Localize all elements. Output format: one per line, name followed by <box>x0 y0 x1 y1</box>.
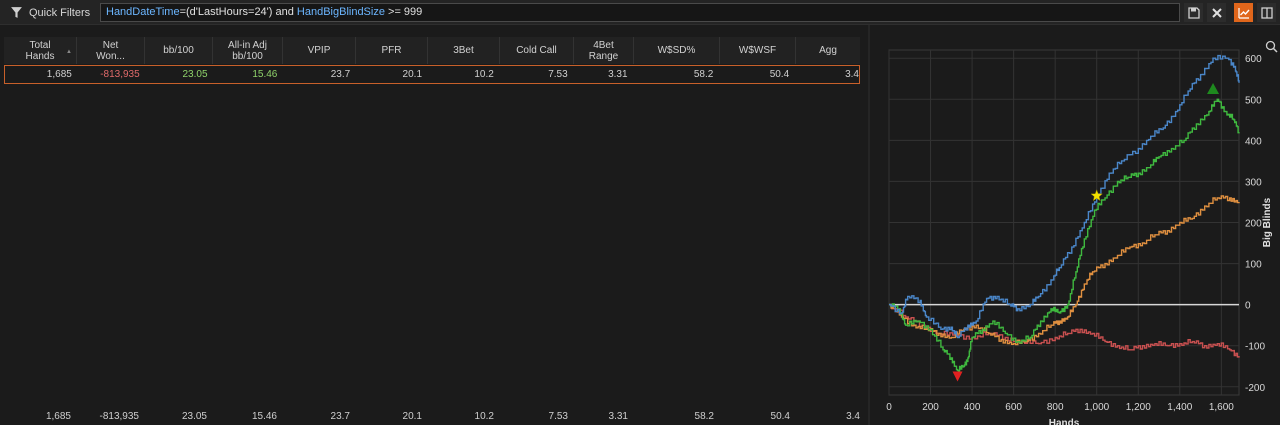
total-4bet-range: 3.31 <box>608 411 628 422</box>
x-axis-title: Hands <box>1049 418 1080 425</box>
cell-wssd: 58.2 <box>693 69 714 80</box>
close-icon <box>1211 7 1222 18</box>
min-trough-marker <box>952 371 963 382</box>
col-label: W$SD% <box>657 45 696 56</box>
line-chart-icon <box>1237 7 1250 19</box>
x-tick-label: 200 <box>922 402 939 413</box>
y-tick-label: -100 <box>1245 342 1265 353</box>
col-agg[interactable]: Agg <box>796 37 860 64</box>
col-total-hands[interactable]: Total Hands ▲ <box>4 37 77 64</box>
col-label: All-in Adj bb/100 <box>228 39 267 62</box>
y-tick-label: 300 <box>1245 177 1262 188</box>
y-tick-label: 400 <box>1245 136 1262 147</box>
x-tick-label: 1,000 <box>1084 402 1109 413</box>
x-tick-label: 0 <box>886 402 892 413</box>
cell-cold-call: 7.53 <box>548 69 568 80</box>
filter-expression-input[interactable]: HandDateTime=(d'LastHours=24') and HandB… <box>100 3 1180 22</box>
y-tick-label: 500 <box>1245 95 1262 106</box>
x-tick-label: 400 <box>964 402 981 413</box>
x-tick-label: 800 <box>1047 402 1064 413</box>
total-total-hands: 1,685 <box>45 411 71 422</box>
total-pfr: 20.1 <box>402 411 422 422</box>
col-label: VPIP <box>307 45 331 56</box>
total-wssd: 58.2 <box>694 411 714 422</box>
filter-field-bigblind: HandBigBlindSize <box>296 6 385 18</box>
total-cold-call: 7.53 <box>548 411 568 422</box>
y-tick-label: 200 <box>1245 219 1262 230</box>
y-tick-label: 600 <box>1245 54 1262 65</box>
quick-filters-button[interactable]: Quick Filters <box>4 3 92 22</box>
y-tick-label: 100 <box>1245 260 1262 271</box>
total-net-won: -813,935 <box>99 411 139 422</box>
stats-table: Total Hands ▲ Net Won... bb/100 All-in Ad… <box>0 25 868 425</box>
split-view-icon <box>1260 6 1273 19</box>
filter-text-2: >= 999 <box>384 6 423 18</box>
col-3bet[interactable]: 3Bet <box>428 37 500 64</box>
series-line-orange <box>889 195 1240 346</box>
col-label: Cold Call <box>516 45 557 56</box>
y-axis-title: Big Blinds <box>1262 197 1273 247</box>
sort-ascending-icon: ▲ <box>66 49 72 55</box>
filter-field-datetime: HandDateTime <box>106 6 180 18</box>
col-label: Agg <box>819 45 837 56</box>
graph-toggle-button[interactable] <box>1234 3 1253 22</box>
x-tick-label: 1,600 <box>1209 402 1234 413</box>
col-label: Total Hands <box>25 39 55 62</box>
col-label: Net Won... <box>96 39 125 62</box>
cell-bb100: 23.05 <box>182 69 208 80</box>
cell-wswsf: 50.4 <box>769 69 790 80</box>
results-graph-panel: 0 200 400 600 800 1,000 1,200 1,400 1,600 600 500 4… <box>870 25 1280 425</box>
filter-toolbar: Quick Filters HandDateTime=(d'LastHours=… <box>0 0 1280 25</box>
col-wswsf[interactable]: W$WSF <box>720 37 796 64</box>
col-wssd[interactable]: W$SD% <box>634 37 720 64</box>
y-tick-label: 0 <box>1245 301 1251 312</box>
max-peak-marker <box>1207 83 1220 95</box>
y-tick-label: -200 <box>1245 383 1265 394</box>
series-line-blue <box>889 54 1240 339</box>
results-chart: 0 200 400 600 800 1,000 1,200 1,400 1,600 600 500 4… <box>886 49 1273 425</box>
save-filter-button[interactable] <box>1184 3 1203 22</box>
x-tick-label: 1,200 <box>1126 402 1151 413</box>
total-bb100: 23.05 <box>181 411 207 422</box>
table-row[interactable]: 1,685 -813,935 23.05 15.46 23.7 20.1 10.… <box>4 65 860 84</box>
filter-text-1: =(d'LastHours=24') and <box>179 6 297 18</box>
total-vpip: 23.7 <box>330 411 350 422</box>
totals-row: 1,685 -813,935 23.05 15.46 23.7 20.1 10.… <box>4 409 860 425</box>
col-label: 3Bet <box>453 45 474 56</box>
total-3bet: 10.2 <box>474 411 494 422</box>
total-wswsf: 50.4 <box>770 411 790 422</box>
x-tick-label: 600 <box>1005 402 1022 413</box>
col-allin-adj-bb100[interactable]: All-in Adj bb/100 <box>213 37 283 64</box>
col-pfr[interactable]: PFR <box>356 37 428 64</box>
table-header: Total Hands ▲ Net Won... bb/100 All-in Ad… <box>4 37 860 64</box>
total-allin-adj: 15.46 <box>251 411 277 422</box>
cell-allin-adj: 15.46 <box>252 69 278 80</box>
layout-toggle-button[interactable] <box>1257 3 1276 22</box>
col-4bet-range[interactable]: 4Bet Range <box>574 37 634 64</box>
save-icon <box>1187 6 1200 19</box>
cell-vpip: 23.7 <box>330 69 351 80</box>
cell-pfr: 20.1 <box>402 69 423 80</box>
x-tick-label: 1,400 <box>1167 402 1192 413</box>
col-bb100[interactable]: bb/100 <box>145 37 213 64</box>
col-label: PFR <box>381 45 402 56</box>
col-cold-call[interactable]: Cold Call <box>500 37 574 64</box>
cell-4bet-range: 3.31 <box>608 69 628 80</box>
cell-agg: 3.4 <box>845 69 859 80</box>
col-vpip[interactable]: VPIP <box>283 37 356 64</box>
clear-filter-button[interactable] <box>1207 3 1226 22</box>
funnel-icon <box>11 7 22 18</box>
cell-net-won: -813,935 <box>100 69 140 80</box>
cell-total-hands: 1,685 <box>46 69 72 80</box>
cell-3bet: 10.2 <box>474 69 494 80</box>
series-line-red <box>889 303 1240 358</box>
col-label: W$WSF <box>738 45 777 56</box>
col-label: 4Bet Range <box>588 39 619 62</box>
quick-filters-label: Quick Filters <box>29 6 91 19</box>
col-label: bb/100 <box>163 45 194 56</box>
total-agg: 3.4 <box>846 411 860 422</box>
col-net-won[interactable]: Net Won... <box>77 37 145 64</box>
